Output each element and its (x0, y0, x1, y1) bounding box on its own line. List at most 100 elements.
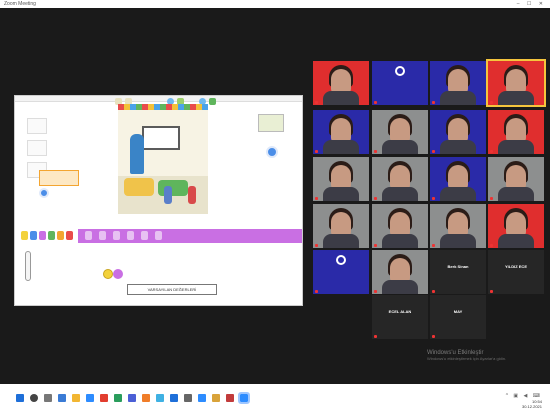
participant-tile[interactable] (313, 157, 369, 201)
muted-mic-icon (432, 335, 435, 338)
file-explorer-icon[interactable] (72, 394, 80, 402)
app-icon[interactable] (114, 394, 122, 402)
show-block[interactable] (155, 231, 162, 240)
watermark-subtitle: Windows'u etkinleştirmek için Ayarlar'a … (427, 356, 507, 361)
participant-tile[interactable] (372, 157, 428, 201)
participant-body (323, 234, 359, 248)
say-block[interactable] (85, 231, 92, 240)
app-icon[interactable] (170, 394, 178, 402)
task-view-icon[interactable] (44, 394, 52, 402)
participant-body (440, 140, 476, 154)
taskbar: ^ ▣ ◀ ⌨ 10:54 30.12.2021 (0, 384, 550, 413)
app-icon[interactable] (212, 394, 220, 402)
edge-icon[interactable] (58, 394, 66, 402)
grow-block[interactable] (99, 231, 106, 240)
participant-tile[interactable] (313, 204, 369, 248)
reset-size-block[interactable] (127, 231, 134, 240)
participant-tile[interactable] (488, 110, 544, 154)
stage-scene[interactable] (118, 104, 208, 214)
app-icon[interactable] (156, 394, 164, 402)
participant-body (323, 91, 359, 105)
participant-tile[interactable] (372, 110, 428, 154)
screen: Zoom Meeting – ☐ ✕ VARSAYILAN DEĞERLERİ … (0, 0, 550, 413)
shrink-block[interactable] (113, 231, 120, 240)
app-icon[interactable] (198, 394, 206, 402)
participant-body (382, 187, 418, 201)
participant-tile[interactable]: ECEL ALAN (372, 295, 428, 339)
participant-tile[interactable] (372, 204, 428, 248)
page-thumbnail[interactable] (258, 114, 284, 132)
muted-mic-icon (432, 101, 435, 104)
sprite-thumb-selected[interactable] (39, 170, 79, 186)
participant-tile[interactable] (488, 157, 544, 201)
app-icon[interactable] (184, 394, 192, 402)
participant-body (382, 234, 418, 248)
add-page-button[interactable] (266, 146, 278, 158)
muted-mic-icon (315, 290, 318, 293)
muted-mic-icon (374, 244, 377, 247)
muted-mic-icon (315, 197, 318, 200)
background-icon[interactable] (209, 98, 216, 105)
active-app-icon[interactable] (238, 392, 250, 404)
participant-tile[interactable] (430, 110, 486, 154)
muted-mic-icon (374, 197, 377, 200)
participant-tile[interactable] (430, 61, 486, 105)
muted-mic-icon (315, 101, 318, 104)
motion-category-icon[interactable] (30, 231, 37, 240)
search-icon[interactable] (30, 394, 38, 402)
sprite-thumb[interactable] (27, 118, 47, 134)
sound-category-icon[interactable] (48, 231, 55, 240)
muted-mic-icon (432, 290, 435, 293)
looks-category-icon[interactable] (39, 231, 46, 240)
muted-mic-icon (490, 197, 493, 200)
end-category-icon[interactable] (66, 231, 73, 240)
app-icon[interactable] (226, 394, 234, 402)
muted-mic-icon (490, 290, 493, 293)
participant-body (382, 140, 418, 154)
start-menu-icon[interactable] (16, 394, 24, 402)
participant-face (331, 69, 351, 93)
participant-tile[interactable] (372, 250, 428, 294)
looks-block[interactable] (113, 269, 123, 279)
hide-block[interactable] (141, 231, 148, 240)
app-icon[interactable] (100, 394, 108, 402)
rug-image (124, 178, 154, 196)
participant-face (448, 118, 468, 142)
muted-mic-icon (374, 335, 377, 338)
window-controls[interactable]: – ☐ ✕ (517, 0, 546, 8)
muted-mic-icon (432, 244, 435, 247)
zoom-icon[interactable] (86, 394, 94, 402)
triggering-category-icon[interactable] (21, 231, 28, 240)
speech-text-field[interactable]: VARSAYILAN DEĞERLERİ (127, 284, 217, 295)
participant-tile[interactable] (313, 250, 369, 294)
participant-face (506, 69, 526, 93)
muted-mic-icon (374, 290, 377, 293)
participant-body (382, 280, 418, 294)
participant-tile[interactable] (486, 59, 546, 107)
system-tray[interactable]: ^ ▣ ◀ ⌨ 10:54 30.12.2021 (506, 393, 542, 409)
whiteboard-image (142, 126, 180, 150)
participant-tile[interactable] (488, 204, 544, 248)
participant-tile[interactable] (313, 110, 369, 154)
app-icon[interactable] (142, 394, 150, 402)
participant-face (331, 165, 351, 189)
participant-tile[interactable] (430, 204, 486, 248)
control-category-icon[interactable] (57, 231, 64, 240)
participant-tile[interactable]: Berk Sinan (430, 250, 486, 294)
start-block[interactable] (103, 269, 113, 279)
participant-tile[interactable]: YILDIZ ECE (488, 250, 544, 294)
participant-body (498, 234, 534, 248)
add-sprite-button[interactable] (39, 188, 49, 198)
participant-tile[interactable] (313, 61, 369, 105)
participant-tile[interactable] (430, 157, 486, 201)
script-area[interactable] (15, 244, 302, 304)
child-character[interactable] (164, 186, 172, 204)
participant-tile[interactable]: MAY (430, 295, 486, 339)
participant-tile[interactable] (372, 61, 428, 105)
shared-screen-window[interactable]: VARSAYILAN DEĞERLERİ (14, 95, 303, 306)
sprite-thumb[interactable] (27, 140, 47, 156)
child-character[interactable] (188, 186, 196, 204)
app-icon[interactable] (128, 394, 136, 402)
muted-mic-icon (315, 244, 318, 247)
teacher-character[interactable] (130, 134, 144, 174)
